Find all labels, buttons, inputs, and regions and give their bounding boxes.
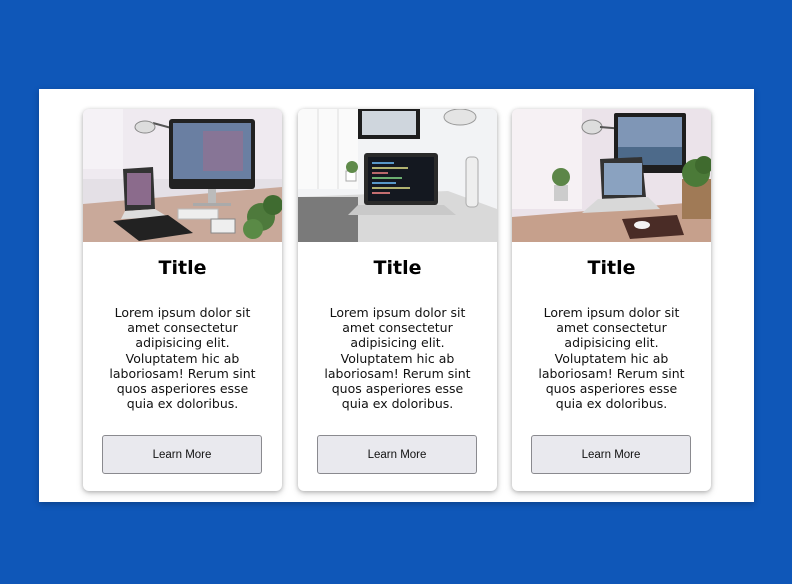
card-title: Title [158, 257, 207, 279]
learn-more-button[interactable]: Learn More [102, 435, 262, 474]
card-2-image [298, 109, 497, 242]
card-3: Title Lorem ipsum dolor sit amet consect… [512, 109, 711, 491]
learn-more-button[interactable]: Learn More [531, 435, 691, 474]
card-title: Title [373, 257, 422, 279]
card-description: Lorem ipsum dolor sit amet consectetur a… [324, 305, 471, 412]
card-3-image [512, 109, 711, 242]
learn-more-button[interactable]: Learn More [317, 435, 477, 474]
cards-container: Title Lorem ipsum dolor sit amet consect… [39, 89, 754, 502]
card-description: Lorem ipsum dolor sit amet consectetur a… [538, 305, 685, 412]
card-description: Lorem ipsum dolor sit amet consectetur a… [109, 305, 256, 412]
card-title: Title [587, 257, 636, 279]
card-1: Title Lorem ipsum dolor sit amet consect… [83, 109, 282, 491]
card-1-image [83, 109, 282, 242]
card-2: Title Lorem ipsum dolor sit amet consect… [298, 109, 497, 491]
